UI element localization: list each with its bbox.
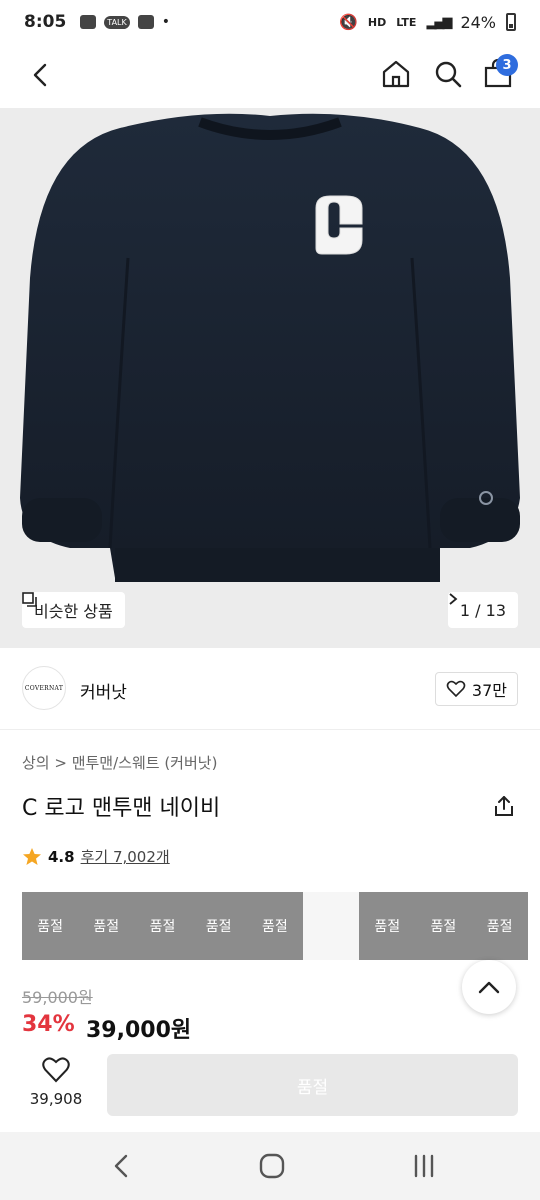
- option-sold-out[interactable]: 품절: [471, 892, 528, 960]
- rating-value: 4.8: [48, 847, 75, 866]
- chevron-right-icon: [449, 593, 458, 605]
- nav-back-icon[interactable]: [108, 1152, 136, 1180]
- brand-logo-text: COVERNAT: [24, 684, 64, 692]
- chevron-up-icon: [478, 981, 500, 994]
- similar-icon: [22, 592, 37, 607]
- option-sold-out[interactable]: 품절: [190, 892, 247, 960]
- discount-rate: 34%: [22, 1012, 75, 1037]
- wishlist-button[interactable]: 39,908: [22, 1056, 90, 1108]
- image-counter-text: 1 / 13: [459, 600, 506, 620]
- similar-products-button[interactable]: 비슷한 상품: [22, 592, 125, 628]
- battery-percent: 24%: [460, 12, 496, 32]
- share-icon[interactable]: [492, 794, 516, 818]
- option-sold-out[interactable]: 품절: [359, 892, 416, 960]
- battery-icon: [506, 13, 516, 31]
- buy-button-disabled[interactable]: 품절: [107, 1054, 518, 1116]
- option-sold-out[interactable]: 품절: [134, 892, 191, 960]
- lte-label: LTE: [396, 15, 417, 29]
- option-sold-out[interactable]: 품절: [415, 892, 472, 960]
- brand-like-button[interactable]: 37만: [434, 672, 518, 706]
- option-empty: [302, 892, 360, 960]
- brand-like-count: 37만: [471, 681, 507, 700]
- bottom-action-bar: 39,908 품절: [0, 1040, 540, 1132]
- similar-label: 비슷한 상품: [34, 602, 113, 621]
- rating-row: 4.8 후기 7,002개: [22, 846, 170, 867]
- nav-home-icon[interactable]: [258, 1152, 286, 1180]
- talk-icon: TALK: [104, 15, 130, 29]
- home-icon[interactable]: [380, 58, 412, 90]
- star-icon: [23, 847, 41, 865]
- option-sold-out[interactable]: 품절: [246, 892, 303, 960]
- nav-recents-icon[interactable]: [410, 1152, 438, 1180]
- option-sold-out[interactable]: 품절: [22, 892, 79, 960]
- gallery-icon: [80, 15, 97, 29]
- image-counter[interactable]: 1 / 13: [447, 592, 518, 628]
- clock: 8:05: [24, 12, 67, 32]
- cart-count-badge: 3: [496, 54, 518, 76]
- notification-dot: •: [161, 14, 171, 30]
- youtube-icon: [137, 15, 154, 29]
- product-image: [20, 113, 520, 582]
- original-price: 59,000원: [22, 988, 93, 1007]
- option-sold-out[interactable]: 품절: [78, 892, 135, 960]
- option-list: 품절 품절 품절 품절 품절 품절 품절 품절: [22, 892, 528, 960]
- status-bar: 8:05 TALK • 🔇 HD LTE ▂▄▆ 24%: [0, 0, 540, 44]
- top-nav: 3: [0, 44, 540, 108]
- product-image-carousel[interactable]: 비슷한 상품 1 / 13: [0, 108, 540, 648]
- brand-name[interactable]: 커버낫: [80, 678, 127, 703]
- system-nav-bar: [0, 1132, 540, 1200]
- heart-icon: [446, 680, 466, 698]
- brand-row: COVERNAT 커버낫 37만: [0, 648, 540, 730]
- scroll-top-button[interactable]: [462, 960, 516, 1014]
- hd-label: HD: [367, 15, 387, 29]
- heart-outline-icon: [42, 1057, 70, 1083]
- mute-icon: 🔇: [339, 13, 358, 31]
- brand-logo[interactable]: COVERNAT: [22, 666, 66, 710]
- signal-icon: ▂▄▆: [426, 14, 452, 30]
- wishlist-count: 39,908: [29, 1090, 83, 1108]
- breadcrumb[interactable]: 상의 > 맨투맨/스웨트 (커버낫): [22, 752, 217, 773]
- search-icon[interactable]: [432, 58, 464, 90]
- product-title: C 로고 맨투맨 네이비: [22, 796, 221, 821]
- review-link[interactable]: 후기 7,002개: [81, 846, 170, 867]
- back-arrow-icon[interactable]: [26, 60, 56, 90]
